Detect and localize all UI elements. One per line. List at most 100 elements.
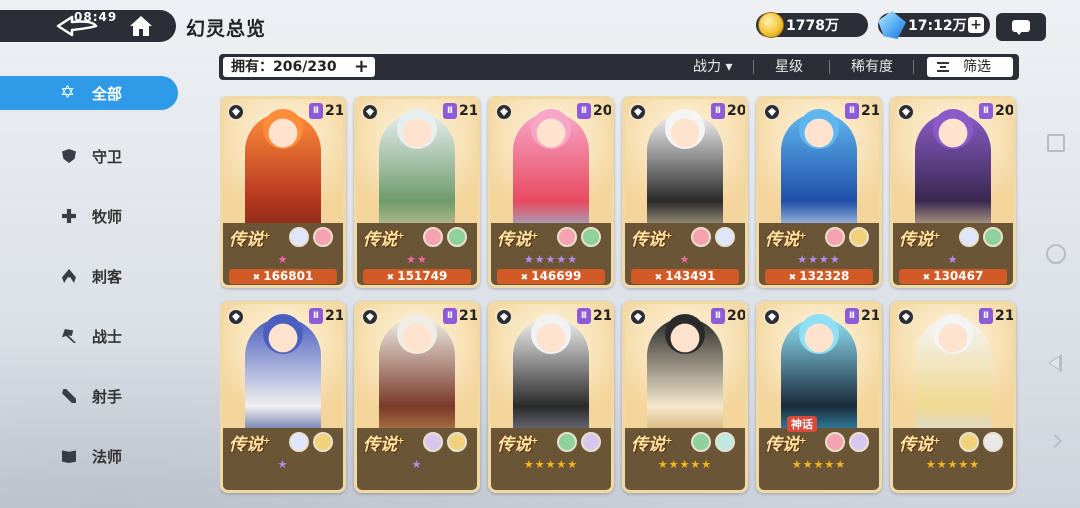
axe-class-icon: [897, 103, 915, 121]
tier-badge: Ⅱ: [443, 103, 457, 119]
card-top-icons: Ⅱ 21: [223, 99, 343, 121]
card-top-icons: Ⅱ 20: [491, 99, 611, 121]
plus-mark: +: [531, 436, 539, 447]
star-rating: ★: [277, 458, 289, 471]
sidebar-item-label: 刺客: [92, 267, 123, 286]
hero-card[interactable]: Ⅱ 21 传说+ ★: [220, 301, 346, 493]
hero-card[interactable]: Ⅱ21 传说+★★ 151749: [354, 96, 480, 288]
card-info: 传说+ ★★★★★: [893, 428, 1013, 490]
sidebar-item-label: 射手: [92, 387, 123, 406]
star-rating: ★★★★: [797, 253, 841, 266]
tier-badge: Ⅱ: [845, 103, 859, 119]
star-outline-icon: ✡: [60, 82, 76, 103]
rarity-label: 传说+: [899, 430, 941, 455]
power-value: 151749: [363, 269, 471, 284]
card-info: 神话 传说+ ★★★★★: [759, 416, 879, 490]
plus-mark: +: [263, 436, 271, 447]
rarity-text: 传说: [631, 435, 665, 455]
plus-mark: +: [933, 436, 941, 447]
hero-card[interactable]: Ⅱ 20 传说+ ★★★★★: [622, 301, 748, 493]
element-icon: [313, 227, 333, 247]
expand-plus-icon[interactable]: +: [354, 57, 369, 77]
plus-mark: +: [263, 231, 271, 242]
star-rating: ★★★★★: [523, 253, 579, 266]
hero-card[interactable]: Ⅱ21 传说+ ★★★★ 132328: [756, 96, 882, 288]
plus-mark: +: [531, 231, 539, 242]
card-info: 传说+ ★★★★ 132328: [759, 223, 879, 285]
recent-apps-icon[interactable]: [1047, 134, 1065, 152]
sidebar-item-label: 全部: [92, 84, 123, 103]
class-sidebar: ✡ 全部 守卫 牧师 刺客 战士 射手 法师: [0, 76, 180, 486]
back-button[interactable]: [56, 14, 100, 38]
tier-badge: Ⅱ: [309, 308, 323, 324]
element-icon: [423, 227, 443, 247]
add-stamina-button[interactable]: +: [968, 17, 984, 33]
owned-count-text: 拥有：206/230: [231, 59, 337, 75]
hero-card[interactable]: Ⅱ 21 传说+ ★★★★★: [890, 301, 1016, 493]
hero-level: 21: [325, 103, 345, 119]
chat-button[interactable]: [996, 13, 1046, 41]
sidebar-item-all[interactable]: ✡ 全部: [0, 76, 178, 110]
element-icon: [581, 227, 601, 247]
gold-coin-icon: [758, 12, 784, 38]
rarity-label: 传说+: [497, 430, 539, 455]
element-icon: [557, 227, 577, 247]
element-icon: [983, 432, 1003, 452]
hero-level: 20: [727, 103, 747, 119]
star-rating: ★★: [406, 253, 428, 266]
sidebar-item-archer[interactable]: 射手: [0, 366, 180, 426]
home-button[interactable]: [128, 14, 154, 38]
hero-card[interactable]: Ⅱ20 传说+ ★ 130467: [890, 96, 1016, 288]
sidebar-item-priest[interactable]: 牧师: [0, 186, 180, 246]
rarity-text: 传说: [363, 435, 397, 455]
element-icon: [691, 432, 711, 452]
rarity-label: 传说+: [765, 225, 807, 250]
home-circle-icon[interactable]: [1046, 244, 1066, 264]
sidebar-item-mage[interactable]: 法师: [0, 426, 180, 486]
card-top-icons: Ⅱ 21: [223, 304, 343, 326]
card-info: 传说+ ★★★★★: [625, 428, 745, 490]
tier-badge: Ⅱ: [711, 308, 725, 324]
rarity-text: 传说: [765, 230, 799, 250]
power-value: 143491: [631, 269, 739, 284]
axe-icon: [62, 329, 76, 343]
sidebar-item-warrior[interactable]: 战士: [0, 306, 180, 366]
crystal-icon: [878, 11, 906, 39]
back-triangle-icon[interactable]: [1048, 354, 1062, 372]
hero-grid: Ⅱ21传说+★166801Ⅱ21传说+★★151749Ⅱ20传说+★★★★★14…: [220, 96, 1020, 508]
rarity-text: 传说: [631, 230, 665, 250]
hero-card[interactable]: Ⅱ 21 神话 传说+ ★★★★★: [756, 301, 882, 493]
hood-class-icon: [629, 308, 647, 326]
hero-level: 21: [995, 308, 1015, 324]
divider: [753, 60, 754, 74]
book-class-icon: [763, 308, 781, 326]
hero-card[interactable]: Ⅱ 21 传说+ ★★★★★: [488, 301, 614, 493]
filter-button[interactable]: 筛选: [927, 57, 1013, 77]
sort-rarity[interactable]: 稀有度: [851, 54, 893, 80]
sort-power[interactable]: 战力 ▾: [693, 54, 732, 80]
element-icon: [715, 432, 735, 452]
divider: [829, 60, 830, 74]
hero-card[interactable]: Ⅱ20 传说+ ★ 143491: [622, 96, 748, 288]
element-icon: [691, 227, 711, 247]
card-top-icons: Ⅱ 20: [893, 99, 1013, 121]
plus-mark: +: [397, 436, 405, 447]
tier-badge: Ⅱ: [309, 103, 323, 119]
card-info: 传说+ ★ 166801: [223, 223, 343, 285]
card-top-icons: Ⅱ 21: [491, 304, 611, 326]
sidebar-item-guard[interactable]: 守卫: [0, 126, 180, 186]
sort-star[interactable]: 星级: [775, 54, 803, 80]
hero-card[interactable]: Ⅱ21 传说+ ★ 166801: [220, 96, 346, 288]
power-value: 130467: [899, 269, 1007, 284]
element-icon: [959, 227, 979, 247]
bow-class-icon: [227, 103, 245, 121]
stamina-counter: 17:12万 +: [878, 11, 990, 39]
rarity-label: 传说+: [363, 225, 405, 250]
rarity-text: 传说: [765, 435, 799, 455]
hero-card[interactable]: Ⅱ 21 传说+ ★: [354, 301, 480, 493]
hero-card[interactable]: Ⅱ20 传说+ ★★★★★ 146699: [488, 96, 614, 288]
tier-badge: Ⅱ: [845, 308, 859, 324]
book-class-icon: [897, 308, 915, 326]
plus-mark: +: [665, 436, 673, 447]
sidebar-item-assassin[interactable]: 刺客: [0, 246, 180, 306]
